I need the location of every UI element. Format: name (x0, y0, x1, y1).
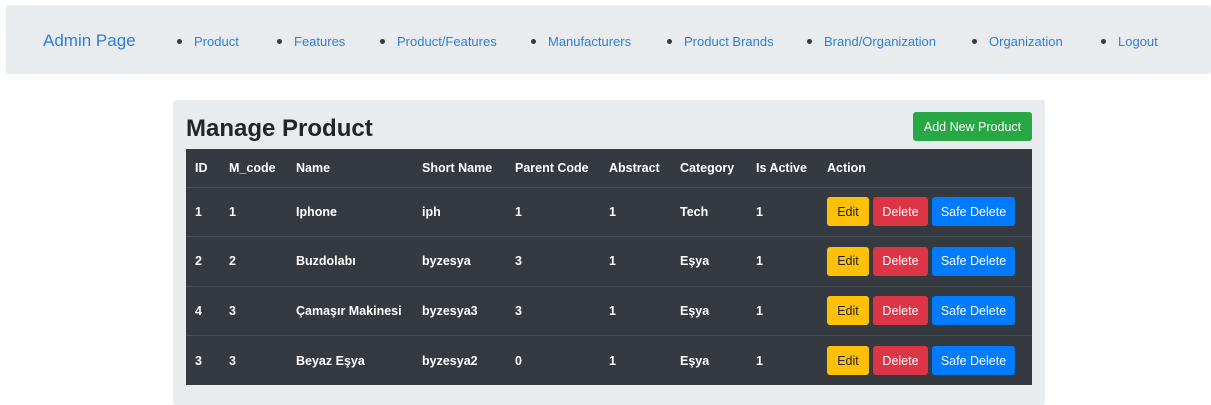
header-abstract: Abstract (609, 160, 660, 175)
table-row: 2 2 Buzdolabı byzesya 3 1 Eşya 1 Edit Del… (186, 236, 1032, 286)
cell-m-code: 3 (220, 285, 287, 336)
cell-parent-code: 3 (506, 285, 600, 336)
cell-m-code: 2 (220, 236, 287, 286)
delete-button[interactable]: Delete (873, 346, 928, 375)
nav-item-label: Product Brands (684, 34, 774, 49)
cell-name: Çamaşır Makinesi (287, 285, 413, 336)
header-category: Category (680, 160, 735, 175)
nav-item-label: Product (194, 34, 239, 49)
cell-name: Iphone (287, 186, 413, 237)
nav-item-label: Organization (989, 34, 1063, 49)
header-is-active: Is Active (756, 160, 807, 175)
header-id: ID (195, 160, 208, 175)
bullet-icon (177, 39, 182, 45)
add-new-product-button[interactable]: Add New Product (913, 112, 1032, 141)
cell-actions: Edit Delete Safe Delete (818, 335, 1032, 385)
edit-button[interactable]: Edit (827, 197, 869, 227)
cell-abstract: 1 (600, 236, 671, 286)
safe-delete-button[interactable]: Safe Delete (932, 346, 1015, 375)
cell-is-active: 1 (747, 186, 818, 237)
page-title: Manage Product (186, 115, 373, 143)
cell-m-code: 1 (220, 186, 287, 237)
cell-name: Beyaz Eşya (287, 335, 413, 385)
nav-item-label: Brand/Organization (824, 34, 937, 49)
bullet-icon (667, 39, 672, 45)
cell-short-name: byzesya (413, 236, 506, 286)
cell-category: Tech (671, 186, 747, 237)
cell-actions: Edit Delete Safe Delete (818, 186, 1032, 237)
bullet-icon (1101, 39, 1106, 45)
cell-actions: Edit Delete Safe Delete (818, 236, 1032, 286)
safe-delete-button[interactable]: Safe Delete (932, 296, 1015, 326)
cell-is-active: 1 (747, 335, 818, 385)
cell-id: 2 (186, 236, 220, 286)
cell-id: 3 (186, 335, 220, 385)
nav-item-label: Logout (1118, 34, 1158, 49)
nav-item-label: Manufacturers (548, 34, 632, 49)
cell-short-name: byzesya3 (413, 285, 506, 336)
edit-button[interactable]: Edit (827, 246, 869, 276)
cell-category: Eşya (671, 236, 747, 286)
bullet-icon (531, 39, 536, 45)
nav-item-organization[interactable]: Organization (972, 34, 1063, 49)
delete-button[interactable]: Delete (873, 197, 928, 227)
cell-parent-code: 1 (506, 186, 600, 237)
cell-parent-code: 0 (506, 335, 600, 385)
header-name: Name (296, 160, 331, 175)
cell-id: 1 (186, 186, 220, 237)
nav-item-label: Features (294, 34, 346, 49)
cell-is-active: 1 (747, 285, 818, 336)
bullet-icon (807, 39, 812, 45)
cell-parent-code: 3 (506, 236, 600, 286)
cell-category: Eşya (671, 335, 747, 385)
cell-id: 4 (186, 285, 220, 336)
safe-delete-button[interactable]: Safe Delete (932, 197, 1015, 227)
page-title-prefix: Manage (186, 115, 276, 142)
nav-item-logout[interactable]: Logout (1101, 34, 1158, 49)
safe-delete-button[interactable]: Safe Delete (932, 246, 1015, 276)
bullet-icon (380, 39, 385, 45)
header-action: Action (827, 160, 866, 175)
navbar: Admin Page Product Features Product/Feat… (6, 5, 1211, 74)
cell-actions: Edit Delete Safe Delete (818, 285, 1032, 336)
cell-short-name: byzesya2 (413, 335, 506, 385)
header-short-name: Short Name (422, 160, 493, 175)
nav-item-features[interactable]: Features (277, 34, 345, 49)
edit-button[interactable]: Edit (827, 346, 869, 375)
bullet-icon (972, 39, 977, 45)
cell-category: Eşya (671, 285, 747, 336)
edit-button[interactable]: Edit (827, 296, 869, 326)
nav-item-manufacturers[interactable]: Manufacturers (531, 34, 631, 49)
cell-abstract: 1 (600, 285, 671, 336)
cell-is-active: 1 (747, 236, 818, 286)
table-header-row: ID M_code Name Short Name Parent Code Ab… (186, 149, 1032, 187)
nav-item-product-brands[interactable]: Product Brands (667, 34, 774, 49)
table-row: 1 1 Iphone iph 1 1 Tech 1 Edit Delete Safe… (186, 186, 1032, 237)
nav-item-product-features[interactable]: Product/Features (380, 34, 497, 49)
product-table: ID M_code Name Short Name Parent Code Ab… (186, 149, 1032, 385)
bullet-icon (277, 39, 282, 45)
manage-panel: Manage Product Add New Product ID M_code… (173, 100, 1045, 405)
table-row: 4 3 Çamaşır Makinesi byzesya3 3 1 Eşya 1… (186, 285, 1032, 336)
table-row: 3 3 Beyaz Eşya byzesya2 0 1 Eşya 1 Edit D… (186, 335, 1032, 385)
page-title-bold: Product (282, 115, 373, 142)
cell-abstract: 1 (600, 335, 671, 385)
delete-button[interactable]: Delete (873, 296, 928, 326)
nav-item-label: Product/Features (397, 34, 497, 49)
cell-abstract: 1 (600, 186, 671, 237)
cell-short-name: iph (413, 186, 506, 237)
product-table-container: ID M_code Name Short Name Parent Code Ab… (186, 149, 1032, 385)
header-parent-code: Parent Code (515, 160, 589, 175)
cell-m-code: 3 (220, 335, 287, 385)
nav-item-brand-organization[interactable]: Brand/Organization (807, 34, 936, 49)
cell-name: Buzdolabı (287, 236, 413, 286)
header-m-code: M_code (229, 160, 276, 175)
delete-button[interactable]: Delete (873, 246, 928, 276)
brand-link[interactable]: Admin Page (43, 31, 136, 51)
nav-item-product[interactable]: Product (177, 34, 239, 49)
